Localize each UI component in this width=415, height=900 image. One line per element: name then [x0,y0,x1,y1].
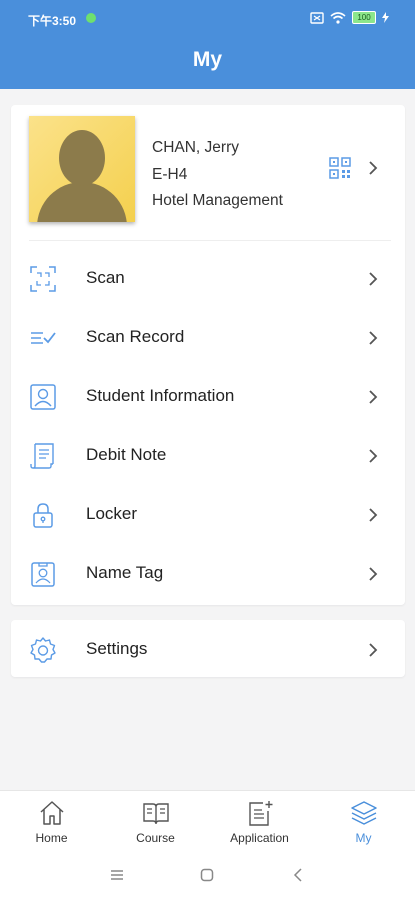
menu-item-label: Name Tag [86,563,164,582]
tab-label: Application [230,831,289,845]
profile-info: CHAN, Jerry E-H4 Hotel Management [152,135,283,215]
bottom-tab-bar: Home Course Application My [0,790,415,851]
tab-course[interactable]: Course [104,791,207,851]
notification-dot-icon [86,13,96,23]
battery-icon: 100 [352,11,376,24]
application-icon [249,801,273,826]
menu-item-name-tag[interactable]: Name Tag [11,544,405,603]
divider [29,240,391,241]
student-information-icon [30,384,56,410]
chevron-right-icon [369,449,378,463]
scan-record-icon [31,332,56,344]
qr-code-icon[interactable] [329,157,351,179]
menu-item-label: Debit Note [86,445,167,464]
charging-icon [382,12,389,23]
profile-program: Hotel Management [152,192,283,209]
menu-item-locker[interactable]: Locker [11,485,405,544]
menu-item-label: Student Information [86,386,235,405]
book-icon [143,803,169,825]
lock-icon [33,503,53,528]
avatar-silhouette-head [59,130,105,186]
menu-item-label: Scan Record [86,327,185,346]
menu-item-student-information[interactable]: Student Information [11,367,405,426]
tab-application[interactable]: Application [208,791,311,851]
profile-row[interactable]: CHAN, Jerry E-H4 Hotel Management [11,105,405,240]
name-tag-icon [31,562,55,587]
main-menu-card: CHAN, Jerry E-H4 Hotel Management Scan S… [11,105,405,605]
menu-item-scan[interactable]: Scan [11,249,405,308]
sim-icon [310,11,324,24]
page-title: My [192,48,223,71]
status-time: 下午3:50 [28,14,77,28]
chevron-right-icon [369,508,378,522]
wifi-icon [330,11,346,24]
tab-home[interactable]: Home [0,791,103,851]
settings-card: Settings [11,620,405,677]
system-navigation-bar [0,850,415,900]
chevron-right-icon [369,643,378,657]
profile-class: E-H4 [152,165,188,183]
chevron-right-icon [369,567,378,581]
tab-label: Home [35,831,68,845]
home-icon [40,801,64,825]
profile-name: CHAN, Jerry [152,139,239,156]
scan-icon [30,266,56,292]
chevron-right-icon [369,161,378,175]
menu-item-settings[interactable]: Settings [11,620,405,679]
settings-label: Settings [86,639,148,658]
menu-item-label: Locker [86,504,138,523]
tab-label: Course [136,831,175,845]
chevron-right-icon [369,390,378,404]
status-bar: 下午3:50 100 [0,0,415,36]
app-header: 下午3:50 100 My [0,0,415,89]
menu-item-label: Scan [86,268,125,287]
avatar [29,116,135,222]
debit-note-icon [30,443,54,469]
chevron-right-icon [369,272,378,286]
menu-icon[interactable] [110,868,124,882]
chevron-right-icon [369,331,378,345]
menu-item-debit-note[interactable]: Debit Note [11,426,405,485]
home-button-icon[interactable] [200,868,214,882]
gear-icon [30,637,56,663]
avatar-silhouette-body [37,182,127,222]
menu-item-scan-record[interactable]: Scan Record [11,308,405,367]
back-icon[interactable] [292,868,306,882]
status-icons: 100 [310,11,389,24]
tab-my[interactable]: My [312,791,415,851]
my-stack-icon [351,801,377,825]
tab-label: My [355,831,372,845]
